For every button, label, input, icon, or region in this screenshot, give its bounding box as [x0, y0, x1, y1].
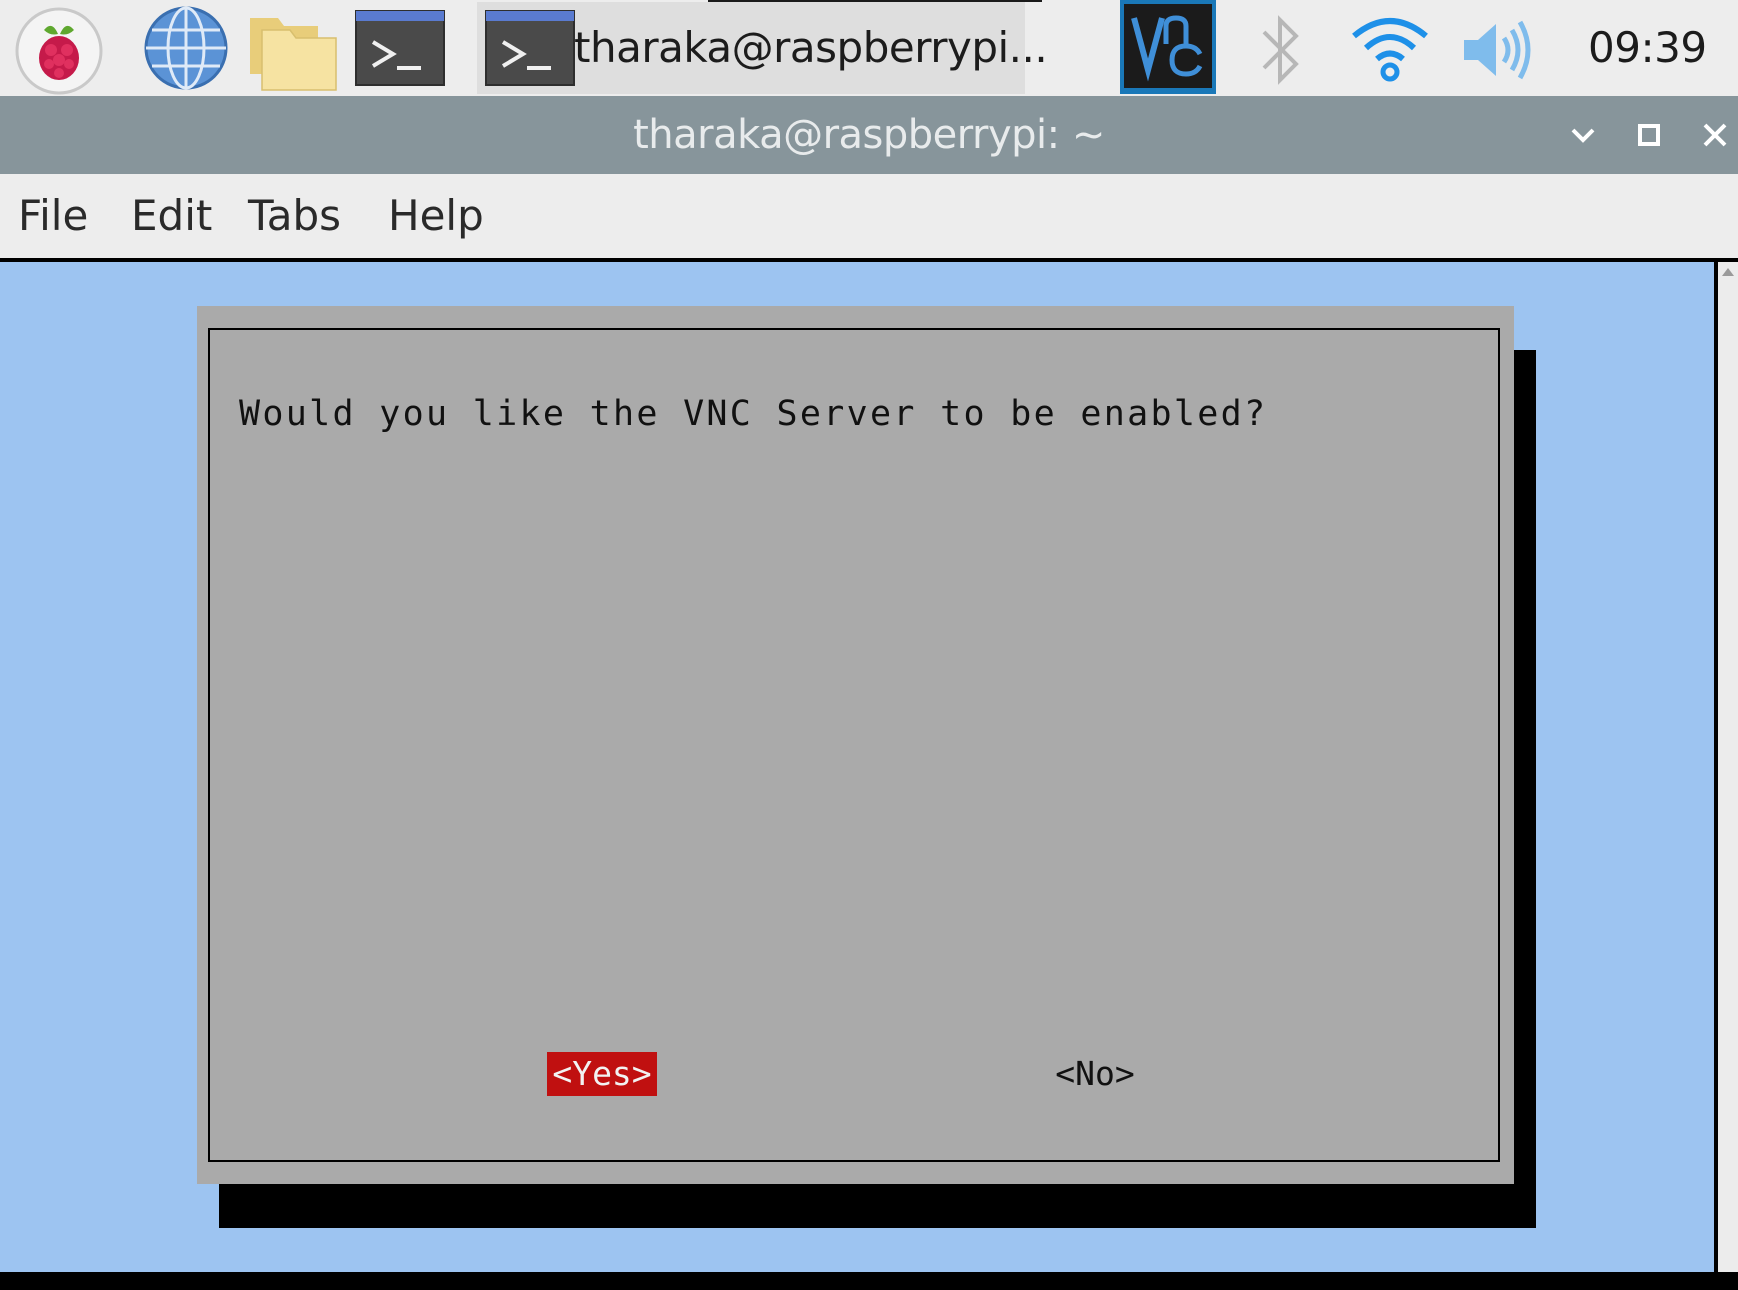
clock[interactable]: 09:39 — [1588, 0, 1707, 96]
menu-file[interactable]: File — [18, 174, 88, 258]
dialog-question: Would you like the VNC Server to be enab… — [239, 394, 1268, 434]
taskbar-item-label: tharaka@raspberrypi... — [574, 23, 1048, 72]
close-icon[interactable] — [1692, 112, 1738, 158]
globe-browser-icon[interactable] — [142, 4, 230, 92]
scroll-up-arrow-icon[interactable] — [1722, 268, 1734, 276]
raspberry-menu-icon[interactable] — [14, 6, 104, 96]
vnc-icon[interactable] — [1120, 0, 1216, 94]
wifi-icon[interactable] — [1350, 14, 1430, 82]
no-button[interactable]: <No> — [1049, 1052, 1141, 1096]
chevron-down-icon[interactable] — [1560, 112, 1606, 158]
vnc-dialog: Would you like the VNC Server to be enab… — [197, 306, 1514, 1184]
terminal-icon[interactable] — [355, 10, 445, 86]
menu-tabs[interactable]: Tabs — [248, 174, 341, 258]
volume-icon[interactable] — [1460, 18, 1540, 82]
menubar: File Edit Tabs Help — [0, 174, 1738, 258]
yes-button[interactable]: <Yes> — [547, 1052, 657, 1096]
window-title: tharaka@raspberrypi: ~ — [633, 112, 1105, 158]
window-titlebar[interactable]: tharaka@raspberrypi: ~ — [0, 96, 1738, 174]
bluetooth-icon[interactable] — [1256, 12, 1304, 88]
dialog-frame — [208, 328, 1500, 1162]
maximize-icon[interactable] — [1626, 112, 1672, 158]
menu-help[interactable]: Help — [388, 174, 484, 258]
taskbar: tharaka@raspberrypi... 09:39 — [0, 0, 1738, 96]
terminal-icon — [485, 10, 575, 86]
taskbar-item-terminal[interactable]: tharaka@raspberrypi... — [477, 2, 1048, 94]
folder-icon[interactable] — [248, 12, 338, 92]
scrollbar[interactable] — [1718, 262, 1738, 1272]
menu-edit[interactable]: Edit — [131, 174, 212, 258]
